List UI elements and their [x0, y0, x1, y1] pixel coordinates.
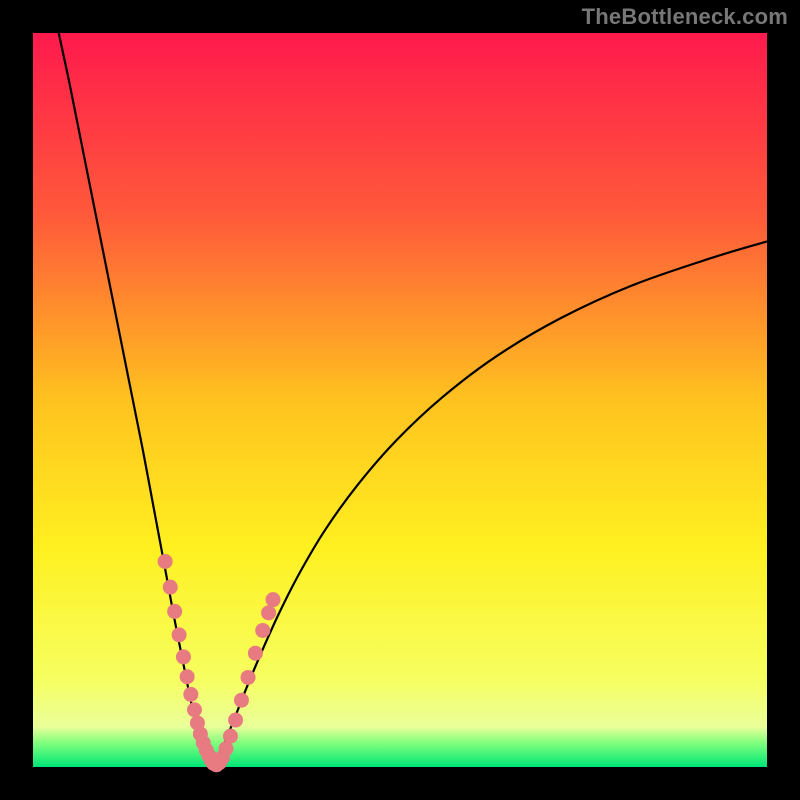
plot-background [33, 33, 767, 767]
scatter-point [158, 554, 173, 569]
scatter-point [163, 580, 178, 595]
scatter-point [248, 646, 263, 661]
chart-frame: TheBottleneck.com [0, 0, 800, 800]
scatter-point [223, 729, 238, 744]
scatter-point [167, 604, 182, 619]
chart-svg [0, 0, 800, 800]
scatter-point [172, 627, 187, 642]
scatter-point [187, 702, 202, 717]
scatter-point [261, 605, 276, 620]
scatter-point [176, 649, 191, 664]
scatter-point [266, 592, 281, 607]
scatter-point [228, 713, 243, 728]
scatter-point [255, 623, 270, 638]
scatter-point [234, 693, 249, 708]
scatter-point [180, 669, 195, 684]
scatter-point [241, 670, 256, 685]
scatter-point [183, 687, 198, 702]
